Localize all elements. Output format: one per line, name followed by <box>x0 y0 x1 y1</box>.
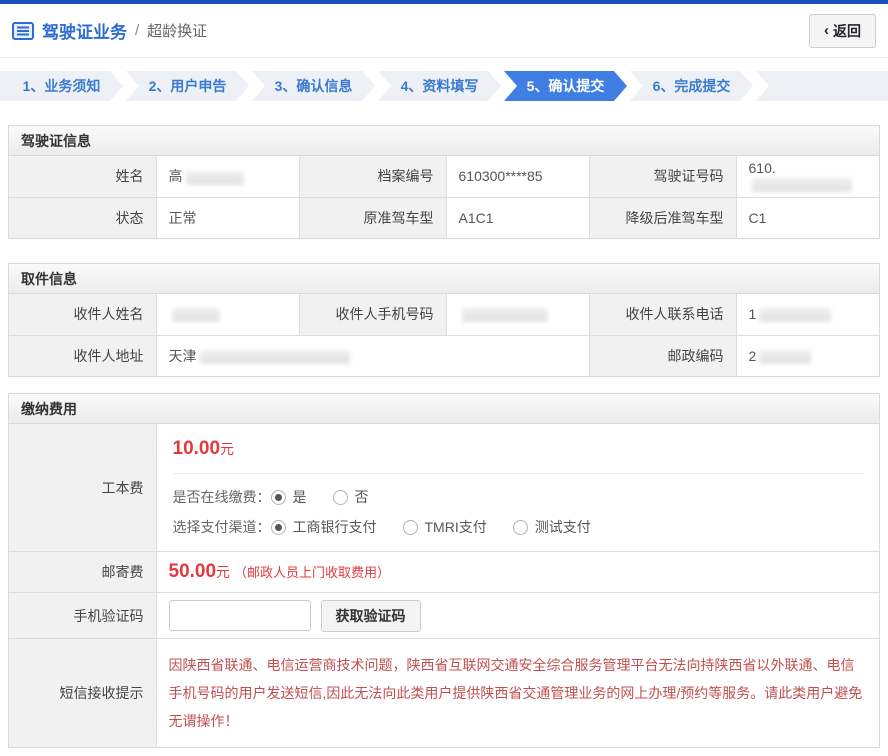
table-row: 收件人地址 天津 邮政编码 2 <box>9 335 879 376</box>
radio-selected-icon <box>271 490 286 505</box>
license-number-label: 驾驶证号码 <box>589 156 736 197</box>
list-icon <box>12 22 34 40</box>
file-number-label: 档案编号 <box>299 156 446 197</box>
step-6-complete-submit[interactable]: 6、完成提交 <box>630 71 753 101</box>
original-class-label: 原准驾车型 <box>299 197 446 238</box>
postal-code-label: 邮政编码 <box>589 335 736 376</box>
fees-section-title: 缴纳费用 <box>9 394 879 424</box>
captcha-row: 获取验证码 <box>169 600 868 632</box>
table-row: 姓名 高 档案编号 610300****85 驾驶证号码 610. <box>9 156 879 197</box>
mailing-fee-unit: 元 <box>216 564 230 580</box>
back-chevron-icon: ‹ <box>824 22 829 39</box>
fees-section: 缴纳费用 工本费 10.00元 是否在线缴费： 是 否 选择支付渠道： 工商银行… <box>8 393 880 748</box>
back-button-label: 返回 <box>833 21 861 41</box>
pickup-section-title: 取件信息 <box>9 264 879 294</box>
production-fee-amount-line: 10.00元 <box>173 438 864 460</box>
page-header: 驾驶证业务 / 超龄换证 ‹ 返回 <box>0 4 888 58</box>
recipient-name-label: 收件人姓名 <box>9 294 156 335</box>
radio-unselected-icon <box>513 520 528 535</box>
redaction-block <box>752 178 852 192</box>
name-label: 姓名 <box>9 156 156 197</box>
table-row: 工本费 10.00元 是否在线缴费： 是 否 选择支付渠道： 工商银行支付 TM… <box>9 424 879 552</box>
radio-channel-icbc[interactable]: 工商银行支付 <box>271 517 377 537</box>
captcha-input[interactable] <box>169 600 311 631</box>
redaction-block <box>172 308 220 322</box>
redaction-block <box>186 171 244 185</box>
recipient-phone-value: 1 <box>736 294 879 335</box>
radio-channel-tmri[interactable]: TMRI支付 <box>403 517 487 537</box>
license-info-section: 驾驶证信息 姓名 高 档案编号 610300****85 驾驶证号码 610. … <box>8 125 880 239</box>
divider <box>173 473 864 474</box>
production-fee-cell: 10.00元 是否在线缴费： 是 否 选择支付渠道： 工商银行支付 TMRI支付… <box>156 424 879 552</box>
table-row: 状态 正常 原准驾车型 A1C1 降级后准驾车型 C1 <box>9 197 879 238</box>
license-section-title: 驾驶证信息 <box>9 126 879 156</box>
production-fee-amount: 10.00 <box>173 438 221 459</box>
table-row: 手机验证码 获取验证码 <box>9 593 879 639</box>
name-value: 高 <box>156 156 299 197</box>
fees-table: 工本费 10.00元 是否在线缴费： 是 否 选择支付渠道： 工商银行支付 TM… <box>9 424 879 747</box>
license-number-value: 610. <box>736 156 879 197</box>
recipient-address-label: 收件人地址 <box>9 335 156 376</box>
radio-online-no[interactable]: 否 <box>333 487 369 507</box>
sms-notice-label: 短信接收提示 <box>9 639 156 748</box>
breadcrumb-separator: / <box>135 22 139 39</box>
redaction-block <box>759 308 831 322</box>
step-4-fill-data[interactable]: 4、资料填写 <box>378 71 501 101</box>
wizard-filler <box>756 71 888 101</box>
downgraded-class-label: 降级后准驾车型 <box>589 197 736 238</box>
pickup-info-section: 取件信息 收件人姓名 收件人手机号码 收件人联系电话 1 收件人地址 天津 邮政… <box>8 263 880 377</box>
step-3-confirm-info[interactable]: 3、确认信息 <box>252 71 375 101</box>
breadcrumb-current: 超龄换证 <box>147 20 207 41</box>
recipient-name-value <box>156 294 299 335</box>
mailing-fee-amount: 50.00 <box>169 561 217 582</box>
recipient-address-value: 天津 <box>156 335 589 376</box>
mailing-fee-note: （邮政人员上门收取费用） <box>234 565 390 580</box>
step-wizard: 1、业务须知 2、用户申告 3、确认信息 4、资料填写 5、确认提交 6、完成提… <box>0 71 888 101</box>
payment-channel-label: 选择支付渠道： <box>173 517 271 537</box>
radio-selected-icon <box>271 520 286 535</box>
downgraded-class-value: C1 <box>736 197 879 238</box>
mailing-fee-label: 邮寄费 <box>9 552 156 593</box>
sms-notice-cell: 因陕西省联通、电信运营商技术问题，陕西省互联网交通安全综合服务管理平台无法向持陕… <box>156 639 879 748</box>
radio-online-yes[interactable]: 是 <box>271 487 307 507</box>
postal-code-value: 2 <box>736 335 879 376</box>
online-payment-label: 是否在线缴费： <box>173 487 271 507</box>
recipient-mobile-value <box>446 294 589 335</box>
captcha-label: 手机验证码 <box>9 593 156 639</box>
recipient-mobile-label: 收件人手机号码 <box>299 294 446 335</box>
production-fee-label: 工本费 <box>9 424 156 552</box>
status-label: 状态 <box>9 197 156 238</box>
table-row: 短信接收提示 因陕西省联通、电信运营商技术问题，陕西省互联网交通安全综合服务管理… <box>9 639 879 748</box>
status-value: 正常 <box>156 197 299 238</box>
step-1-business-notice[interactable]: 1、业务须知 <box>0 71 123 101</box>
file-number-value: 610300****85 <box>446 156 589 197</box>
redaction-block <box>200 350 350 364</box>
back-button[interactable]: ‹ 返回 <box>809 14 876 48</box>
sms-notice-text: 因陕西省联通、电信运营商技术问题，陕西省互联网交通安全综合服务管理平台无法向持陕… <box>169 639 868 747</box>
radio-channel-test[interactable]: 测试支付 <box>513 517 591 537</box>
get-captcha-button[interactable]: 获取验证码 <box>321 600 421 632</box>
step-5-confirm-submit[interactable]: 5、确认提交 <box>504 71 627 101</box>
captcha-cell: 获取验证码 <box>156 593 879 639</box>
mailing-fee-cell: 50.00元 （邮政人员上门收取费用） <box>156 552 879 593</box>
radio-unselected-icon <box>403 520 418 535</box>
radio-unselected-icon <box>333 490 348 505</box>
table-row: 邮寄费 50.00元 （邮政人员上门收取费用） <box>9 552 879 593</box>
redaction-block <box>759 350 811 364</box>
table-row: 收件人姓名 收件人手机号码 收件人联系电话 1 <box>9 294 879 335</box>
pickup-info-table: 收件人姓名 收件人手机号码 收件人联系电话 1 收件人地址 天津 邮政编码 2 <box>9 294 879 376</box>
step-2-user-declaration[interactable]: 2、用户申告 <box>126 71 249 101</box>
original-class-value: A1C1 <box>446 197 589 238</box>
payment-channel-row: 选择支付渠道： 工商银行支付 TMRI支付 测试支付 <box>173 517 864 537</box>
page-title: 驾驶证业务 <box>42 18 127 43</box>
redaction-block <box>462 308 548 322</box>
online-payment-row: 是否在线缴费： 是 否 <box>173 487 864 507</box>
recipient-phone-label: 收件人联系电话 <box>589 294 736 335</box>
production-fee-unit: 元 <box>220 441 234 457</box>
license-info-table: 姓名 高 档案编号 610300****85 驾驶证号码 610. 状态 正常 … <box>9 156 879 238</box>
